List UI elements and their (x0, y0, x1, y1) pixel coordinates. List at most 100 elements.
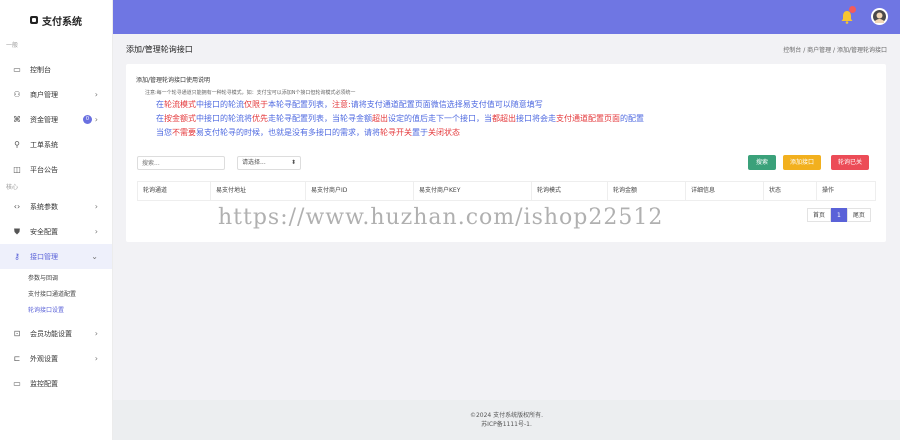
table-header: 轮询通道 易支付地址 易支付商户ID 易支付商户KEY 轮询模式 轮询金额 详细… (137, 181, 876, 201)
last-page-button[interactable]: 尾页 (846, 208, 871, 222)
breadcrumb[interactable]: 控制台 / 商户管理 / 添加/管理轮询接口 (783, 45, 887, 54)
column-header[interactable]: 轮询金额 (608, 182, 686, 200)
chevron-right-icon: › (94, 329, 98, 338)
sidebar-subitem-channel-config[interactable]: 支付接口通道配置 (0, 287, 112, 303)
sidebar-item-announcements[interactable]: ◫ 平台公告 (0, 157, 112, 182)
chevron-right-icon: › (94, 202, 98, 211)
sidebar-item-tickets[interactable]: ⚲ 工单系统 (0, 132, 112, 157)
sidebar-item-label: 资金管理 (30, 115, 58, 124)
info-text: 中接口的轮流将 (196, 114, 252, 123)
column-header[interactable]: 易支付商户ID (306, 182, 414, 200)
avatar[interactable] (871, 8, 888, 25)
sidebar-item-interfaces[interactable]: ⚷ 接口管理 ⌄ (0, 244, 112, 269)
info-highlight: 仅限于 (244, 100, 268, 109)
select-caret-icon: ⬍ (290, 159, 296, 166)
sidebar-item-monitor[interactable]: ▭ 监控配置 (0, 371, 112, 396)
chevron-right-icon: › (94, 227, 98, 236)
users-icon: ⚇ (13, 90, 21, 99)
info-line-1: 在轮流模式中接口的轮流仅限于本轮寻配置列表，注意:请将支付通道配置页面微信选择易… (156, 99, 543, 110)
sidebar-item-label: 安全配置 (30, 227, 58, 236)
sidebar: 支付系统 一般 ▭ 控制台 ⚇ 商户管理 › ⌘ 资金管理 0 › ⚲ 工单系统… (0, 0, 113, 440)
code-icon: ‹› (13, 202, 21, 211)
info-text: 请将支付通道配置页面微信选择易支付值可以随意填写 (350, 100, 543, 109)
sidebar-item-label: 控制台 (30, 65, 51, 74)
info-line-3: 当您不需要易支付轮寻的时候，也就是没有多接口的需求，请将轮寻开关置于关闭状态 (156, 127, 460, 138)
first-page-button[interactable]: 首页 (807, 208, 832, 222)
sidebar-item-label: 系统参数 (30, 202, 58, 211)
page-title: 添加/管理轮询接口 (126, 44, 193, 54)
brand-name: 支付系统 (42, 16, 82, 28)
notification-badge (849, 6, 856, 13)
info-line-2: 在按金额式中接口的轮流将优先走轮寻配置列表，当轮寻金额超出设定的值后走下一个接口… (156, 113, 644, 124)
info-text: 在 (156, 100, 164, 109)
footer: ©2024 支付系统版权所有. 苏ICP备1111号-1. (113, 400, 900, 440)
appearance-icon: ⊏ (13, 354, 21, 363)
ticket-icon: ⚲ (14, 140, 20, 149)
funds-icon: ⌘ (13, 115, 21, 124)
column-header[interactable]: 易支付地址 (211, 182, 306, 200)
topbar (113, 0, 900, 34)
info-highlight: 都超出 (492, 114, 516, 123)
info-highlight: 关闭状态 (428, 128, 460, 137)
info-highlight: 注意: (332, 100, 351, 109)
sidebar-item-dashboard[interactable]: ▭ 控制台 (0, 57, 112, 82)
column-header[interactable]: 轮询模式 (532, 182, 608, 200)
info-highlight: 优先 (252, 114, 268, 123)
info-highlight: 轮流模式 (164, 100, 196, 109)
polling-toggle-button[interactable]: 轮询已关 (831, 155, 869, 170)
sidebar-item-appearance[interactable]: ⊏ 外观设置 › (0, 346, 112, 371)
brand[interactable]: 支付系统 (0, 0, 112, 40)
shield-icon: ⛊ (14, 226, 20, 236)
sidebar-item-label: 平台公告 (30, 165, 58, 174)
chevron-right-icon: › (94, 115, 98, 124)
pagination: 首页 1 尾页 (807, 208, 871, 222)
column-header[interactable]: 状态 (764, 182, 817, 200)
sidebar-item-security[interactable]: ⛊ 安全配置 › (0, 219, 112, 244)
info-text: 接口将会走 (516, 114, 556, 123)
sidebar-item-label: 外观设置 (30, 354, 58, 363)
monitor-icon: ▭ (13, 379, 21, 388)
sidebar-item-label: 工单系统 (30, 140, 58, 149)
info-highlight: 不需要 (172, 128, 196, 137)
column-header[interactable]: 操作 (817, 182, 875, 200)
icp-text[interactable]: 苏ICP备1111号-1. (113, 420, 900, 429)
info-text: 易支付轮寻的时候，也就是没有多接口的需求，请将 (196, 128, 380, 137)
column-header[interactable]: 轮询通道 (138, 182, 211, 200)
add-interface-button[interactable]: 添加接口 (783, 155, 821, 170)
count-badge: 0 (83, 115, 92, 124)
sidebar-item-label: 会员功能设置 (30, 329, 72, 338)
sidebar-item-system-params[interactable]: ‹› 系统参数 › (0, 194, 112, 219)
brand-logo-icon (30, 16, 38, 24)
search-input[interactable] (137, 156, 225, 170)
monitor-icon: ▭ (13, 65, 21, 74)
select-value: 请选择... (242, 159, 266, 166)
sidebar-item-label: 商户管理 (30, 90, 58, 99)
sidebar-subitem-polling[interactable]: 轮询接口设置 (0, 303, 112, 319)
search-button[interactable]: 搜索 (748, 155, 776, 170)
info-highlight: 支付通道配置页面 (556, 114, 620, 123)
info-highlight: 轮寻开关 (380, 128, 412, 137)
copyright-text: ©2024 支付系统版权所有. (469, 412, 544, 419)
chevron-right-icon: › (94, 354, 98, 363)
column-header[interactable]: 易支付商户KEY (414, 182, 532, 200)
column-header[interactable]: 详细信息 (686, 182, 764, 200)
sidebar-item-label: 监控配置 (30, 379, 58, 388)
nav-group-label: 一般 (6, 42, 19, 49)
sidebar-item-member-settings[interactable]: ⊡ 会员功能设置 › (0, 321, 112, 346)
page-number-button[interactable]: 1 (831, 208, 847, 222)
filter-select[interactable]: 请选择... ⬍ (237, 156, 301, 170)
announcement-icon: ◫ (13, 165, 21, 174)
sidebar-subitem-callback[interactable]: 参数与回调 (0, 271, 112, 287)
sidebar-item-merchants[interactable]: ⚇ 商户管理 › (0, 82, 112, 107)
user-avatar-icon (873, 10, 886, 23)
info-text: 走轮寻配置列表，当轮寻金额 (268, 114, 372, 123)
info-text: 置于 (412, 128, 428, 137)
usage-note: 注意:每一个轮寻通道只能拥有一种轮寻模式，如：支付宝可以添加N个接口但轮询模式必… (145, 90, 356, 96)
member-icon: ⊡ (13, 329, 21, 338)
info-text: 本轮寻配置列表， (268, 100, 332, 109)
page-header: 添加/管理轮询接口 控制台 / 商户管理 / 添加/管理轮询接口 (113, 34, 900, 64)
sidebar-item-funds[interactable]: ⌘ 资金管理 0 › (0, 107, 112, 132)
chevron-down-icon: ⌄ (91, 252, 98, 261)
info-text: 设定的值后走下一个接口，当 (388, 114, 492, 123)
info-text: 的配置 (620, 114, 644, 123)
